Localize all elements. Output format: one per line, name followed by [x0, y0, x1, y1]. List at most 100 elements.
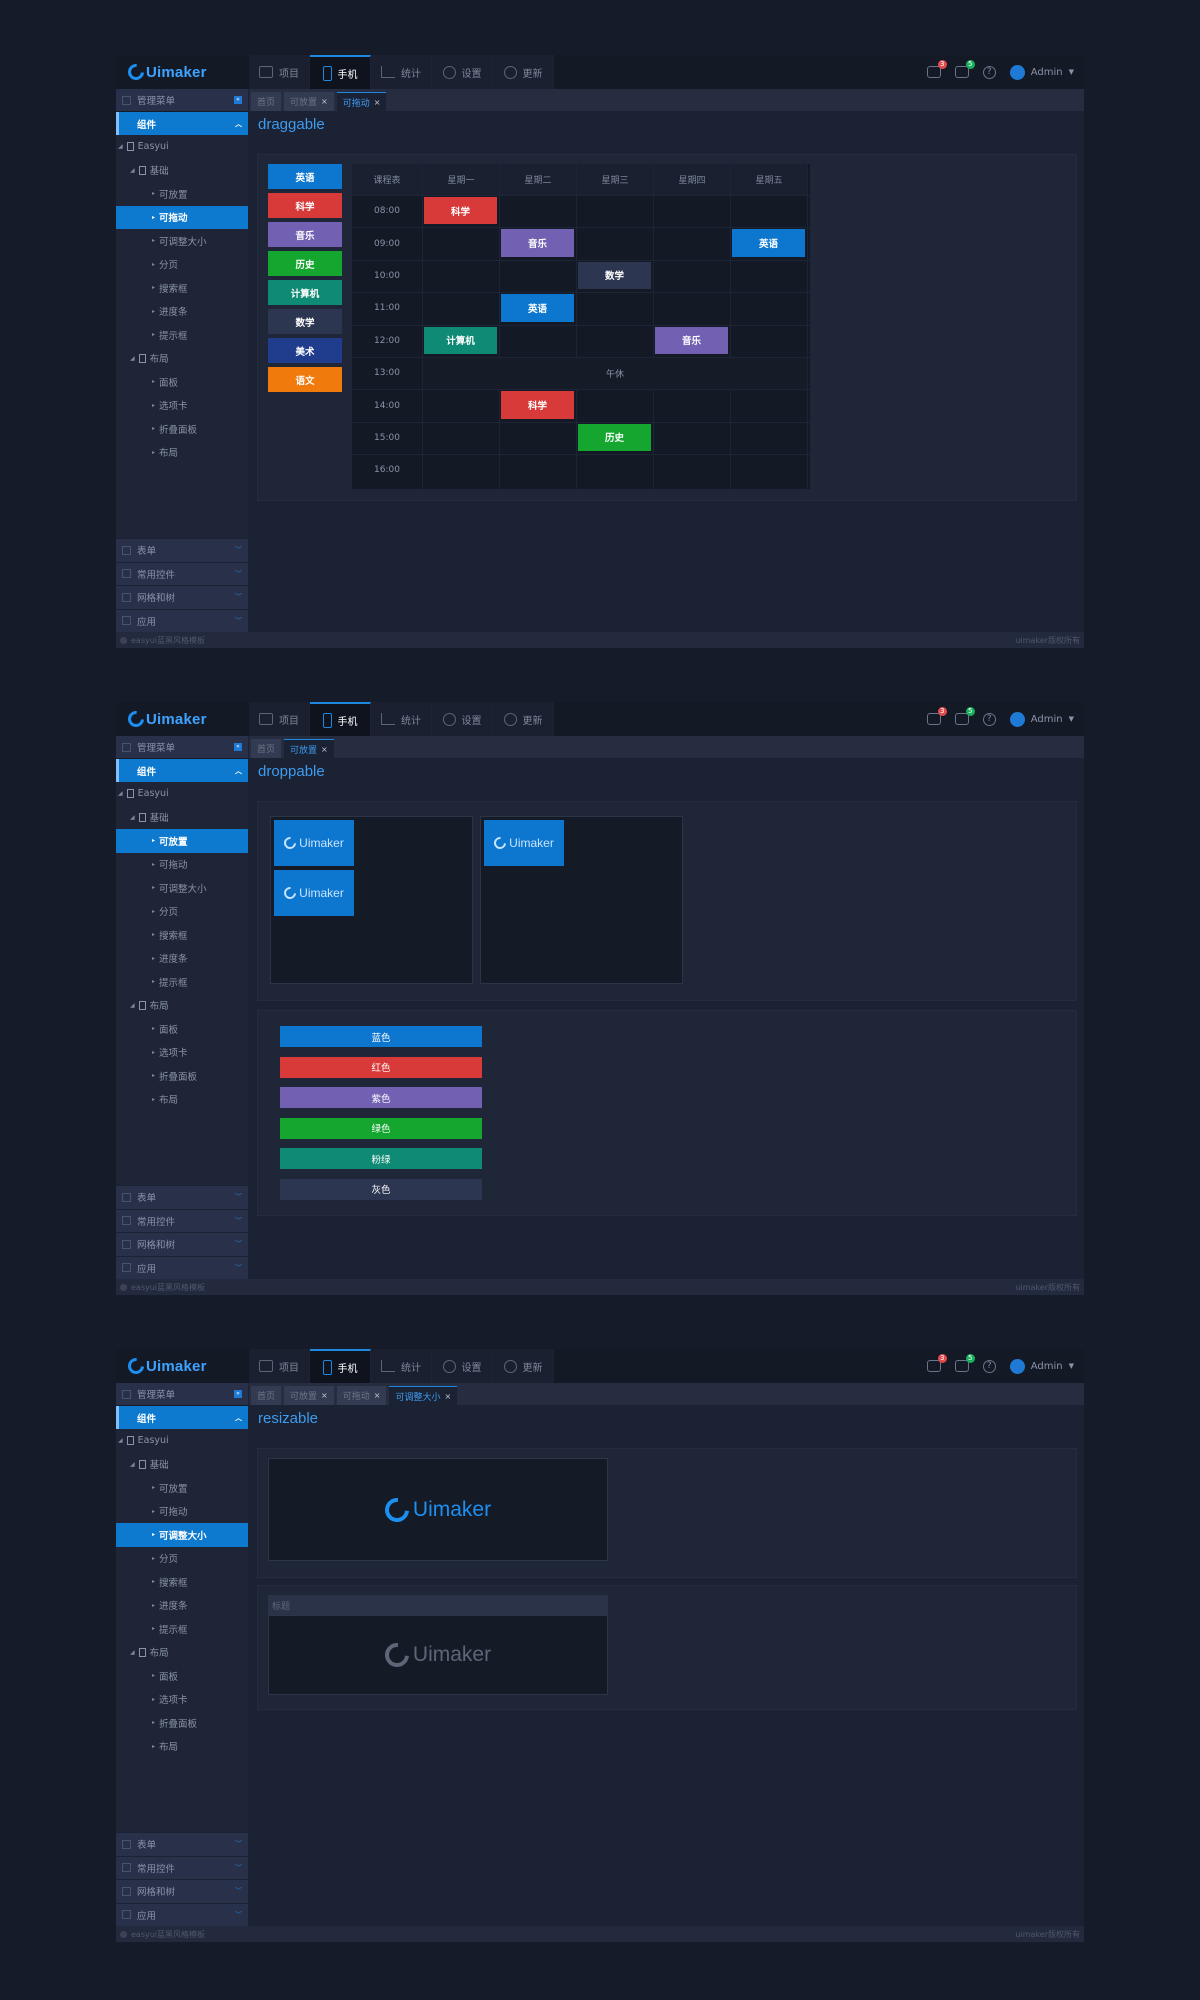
- drop-zone-right[interactable]: Uimaker: [480, 816, 683, 984]
- tree-item-accordion[interactable]: ▸ 折叠面板: [116, 1711, 248, 1735]
- tree-item-panel[interactable]: ▸ 面板: [116, 1017, 248, 1041]
- nav-item-mobile[interactable]: 手机: [310, 55, 371, 89]
- accordion-controls[interactable]: 常用控件 ﹀: [116, 1208, 248, 1232]
- accordion-forms[interactable]: 表单 ﹀: [116, 1832, 248, 1856]
- drop-zone-left[interactable]: Uimaker Uimaker: [270, 816, 473, 984]
- tree-node-layout[interactable]: ◢ 布局: [116, 347, 248, 371]
- tree-item-accordion[interactable]: ▸ 折叠面板: [116, 1064, 248, 1088]
- color-button[interactable]: 绿色: [280, 1117, 482, 1139]
- tree-item-resizable[interactable]: ▸ 可调整大小: [116, 229, 248, 253]
- tree-item-searchbox[interactable]: ▸ 搜索框: [116, 276, 248, 300]
- tab-home[interactable]: 首页: [251, 92, 282, 111]
- subject-draggable-item[interactable]: 数学: [268, 309, 342, 334]
- tree-item-accordion[interactable]: ▸ 折叠面板: [116, 417, 248, 441]
- tree-item-resizable[interactable]: ▸ 可调整大小: [116, 1523, 248, 1547]
- chat-icon[interactable]: 3: [926, 707, 947, 725]
- draggable-logo-box[interactable]: Uimaker: [274, 820, 354, 866]
- draggable-logo-box[interactable]: Uimaker: [484, 820, 564, 866]
- tree-node-layout[interactable]: ◢ 布局: [116, 1641, 248, 1665]
- tab-resizable[interactable]: 可调整大小 ×: [389, 1386, 458, 1405]
- tab-home[interactable]: 首页: [251, 1386, 282, 1405]
- tab-droppable[interactable]: 可放置 ×: [284, 1386, 334, 1405]
- mail-icon[interactable]: 5: [954, 707, 975, 725]
- tree-item-progressbar[interactable]: ▸ 进度条: [116, 300, 248, 324]
- close-icon[interactable]: ×: [374, 1391, 381, 1400]
- timetable-class-cell[interactable]: 计算机: [424, 326, 497, 354]
- tree-item-tooltip[interactable]: ▸ 提示框: [116, 1617, 248, 1641]
- tree-item-panel[interactable]: ▸ 面板: [116, 370, 248, 394]
- tree-item-layout[interactable]: ▸ 布局: [116, 441, 248, 465]
- tree-item-pagination[interactable]: ▸ 分页: [116, 1547, 248, 1571]
- help-icon[interactable]: ?: [982, 712, 996, 726]
- collapse-icon[interactable]: «: [234, 743, 242, 751]
- close-icon[interactable]: ×: [321, 1391, 328, 1400]
- close-icon[interactable]: ×: [374, 98, 381, 107]
- close-icon[interactable]: ×: [444, 1392, 451, 1401]
- tab-draggable[interactable]: 可拖动 ×: [336, 92, 387, 111]
- subject-draggable-item[interactable]: 美术: [268, 338, 342, 363]
- nav-item-update[interactable]: 更新: [493, 1349, 554, 1383]
- nav-item-update[interactable]: 更新: [493, 702, 554, 736]
- nav-item-stats[interactable]: 统计: [371, 55, 432, 89]
- nav-item-project[interactable]: 项目: [249, 1349, 310, 1383]
- color-button[interactable]: 粉绿: [280, 1148, 482, 1169]
- tree-item-droppable[interactable]: ▸ 可放置: [116, 829, 248, 853]
- accordion-forms[interactable]: 表单 ﹀: [116, 538, 248, 562]
- tree-item-tabs[interactable]: ▸ 选项卡: [116, 1041, 248, 1065]
- tree-item-draggable[interactable]: ▸ 可拖动: [116, 853, 248, 877]
- tree-item-progressbar[interactable]: ▸ 进度条: [116, 1594, 248, 1618]
- resizable-panel-body[interactable]: Uimaker: [268, 1615, 608, 1695]
- timetable-class-cell[interactable]: 音乐: [655, 326, 728, 354]
- nav-item-update[interactable]: 更新: [493, 55, 554, 89]
- help-icon[interactable]: ?: [982, 65, 996, 79]
- tree-item-layout[interactable]: ▸ 布局: [116, 1088, 248, 1112]
- timetable-class-cell[interactable]: 英语: [732, 229, 805, 257]
- close-icon[interactable]: ×: [321, 97, 328, 106]
- tree-item-pagination[interactable]: ▸ 分页: [116, 253, 248, 277]
- subject-draggable-item[interactable]: 音乐: [268, 222, 342, 247]
- tree-node-layout[interactable]: ◢ 布局: [116, 994, 248, 1018]
- tab-droppable[interactable]: 可放置 ×: [284, 739, 334, 758]
- tree-node-basic[interactable]: ◢ 基础: [116, 159, 248, 183]
- color-button[interactable]: 灰色: [280, 1178, 482, 1200]
- accordion-grid-tree[interactable]: 网格和树 ﹀: [116, 1879, 248, 1903]
- accordion-apps[interactable]: 应用 ﹀: [116, 1902, 248, 1926]
- tab-home[interactable]: 首页: [251, 739, 282, 758]
- timetable-class-cell[interactable]: 科学: [424, 197, 497, 225]
- accordion-forms[interactable]: 表单 ﹀: [116, 1185, 248, 1209]
- timetable-class-cell[interactable]: 英语: [501, 294, 574, 322]
- subject-draggable-item[interactable]: 科学: [268, 193, 342, 218]
- user-menu[interactable]: Admin ▼: [1009, 1358, 1074, 1374]
- tree-item-searchbox[interactable]: ▸ 搜索框: [116, 923, 248, 947]
- chat-icon[interactable]: 3: [926, 60, 947, 78]
- tree-item-searchbox[interactable]: ▸ 搜索框: [116, 1570, 248, 1594]
- accordion-grid-tree[interactable]: 网格和树 ﹀: [116, 585, 248, 609]
- nav-item-settings[interactable]: 设置: [432, 55, 493, 89]
- mail-icon[interactable]: 5: [954, 1354, 975, 1372]
- tree-item-droppable[interactable]: ▸ 可放置: [116, 182, 248, 206]
- timetable-class-cell[interactable]: 数学: [578, 261, 651, 290]
- panel-header[interactable]: 标题: [268, 1595, 608, 1615]
- nav-item-mobile[interactable]: 手机: [310, 702, 371, 736]
- tree-node-basic[interactable]: ◢ 基础: [116, 1453, 248, 1477]
- subject-draggable-item[interactable]: 计算机: [268, 280, 342, 305]
- tree-item-layout[interactable]: ▸ 布局: [116, 1735, 248, 1759]
- mail-icon[interactable]: 5: [954, 60, 975, 78]
- color-button[interactable]: 紫色: [280, 1087, 482, 1108]
- user-menu[interactable]: Admin ▼: [1009, 64, 1074, 80]
- accordion-apps[interactable]: 应用 ﹀: [116, 1255, 248, 1279]
- tree-item-pagination[interactable]: ▸ 分页: [116, 900, 248, 924]
- tree-item-draggable[interactable]: ▸ 可拖动: [116, 205, 248, 229]
- accordion-controls[interactable]: 常用控件 ﹀: [116, 1855, 248, 1879]
- tree-item-panel[interactable]: ▸ 面板: [116, 1664, 248, 1688]
- nav-item-settings[interactable]: 设置: [432, 702, 493, 736]
- draggable-logo-box[interactable]: Uimaker: [274, 870, 354, 916]
- sidebar-group-components[interactable]: 组件 ︿: [116, 112, 248, 135]
- sidebar-group-components[interactable]: 组件 ︿: [116, 759, 248, 782]
- collapse-icon[interactable]: «: [234, 1390, 242, 1398]
- tree-item-resizable[interactable]: ▸ 可调整大小: [116, 876, 248, 900]
- accordion-grid-tree[interactable]: 网格和树 ﹀: [116, 1232, 248, 1256]
- sidebar-group-components[interactable]: 组件 ︿: [116, 1406, 248, 1429]
- tree-item-tabs[interactable]: ▸ 选项卡: [116, 394, 248, 418]
- subject-draggable-item[interactable]: 历史: [268, 251, 342, 276]
